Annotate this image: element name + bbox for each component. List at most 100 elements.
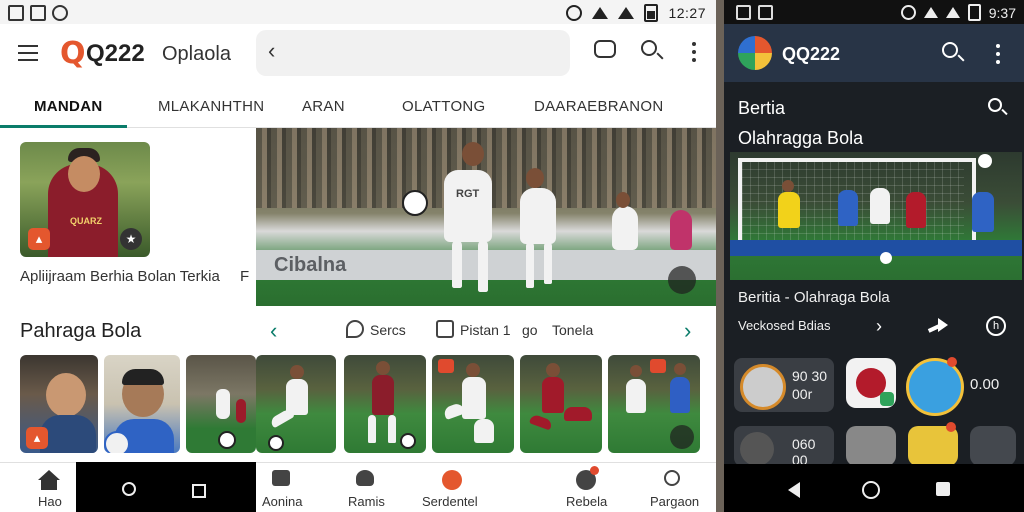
live-tag-icon bbox=[650, 359, 666, 373]
team-crest-icon bbox=[740, 364, 786, 410]
nav-label[interactable]: Pargaon bbox=[650, 494, 699, 509]
video-thumbnail[interactable] bbox=[186, 355, 256, 453]
nav-icon-aonina[interactable] bbox=[272, 470, 290, 486]
action-label[interactable]: Sercs bbox=[370, 322, 406, 338]
football bbox=[978, 154, 992, 168]
video-thumbnail[interactable] bbox=[432, 355, 514, 453]
football bbox=[880, 252, 892, 264]
trend-icon[interactable] bbox=[670, 425, 694, 449]
nav-label[interactable]: Ramis bbox=[348, 494, 385, 509]
caption-overflow: F bbox=[240, 268, 250, 285]
video-thumbnail[interactable]: ▴ bbox=[20, 355, 98, 453]
recents-icon[interactable] bbox=[192, 484, 206, 498]
player-head bbox=[782, 180, 794, 192]
app-icon-robot[interactable] bbox=[846, 426, 896, 466]
section-title: Pahraga Bola bbox=[20, 320, 142, 342]
video-thumbnail[interactable] bbox=[256, 355, 336, 453]
chevron-right-icon[interactable]: › bbox=[876, 316, 882, 337]
search-icon[interactable] bbox=[942, 42, 958, 58]
app-subtitle: Oplaola bbox=[162, 43, 231, 65]
action-label[interactable]: Pistan 1 bbox=[460, 322, 511, 338]
action-row: ‹ Sercs Pistan 1 go Tonela › bbox=[256, 306, 716, 354]
pin-icon[interactable]: ★ bbox=[120, 228, 142, 250]
tab-daaraebranon[interactable]: DAARAEBRANON bbox=[534, 98, 663, 115]
article-image[interactable]: QUARZ ▴ ★ bbox=[20, 142, 150, 257]
section-subtitle: Olahragga Bola bbox=[738, 128, 864, 148]
search-icon[interactable] bbox=[988, 98, 1002, 112]
search-bar[interactable] bbox=[256, 30, 570, 76]
article-caption[interactable]: Beritia - Olahraga Bola bbox=[738, 289, 890, 306]
tab-olattong[interactable]: OLATTONG bbox=[402, 98, 486, 115]
comment-icon[interactable] bbox=[346, 320, 364, 338]
hero-video[interactable]: Cibalna RGT bbox=[256, 128, 716, 306]
system-nav-strip bbox=[76, 462, 256, 512]
recents-icon[interactable] bbox=[936, 482, 950, 496]
player-leg bbox=[526, 242, 534, 288]
nav-icon-ramis[interactable] bbox=[356, 470, 374, 486]
home-circle-icon[interactable] bbox=[862, 481, 880, 499]
info-icon[interactable]: h bbox=[986, 316, 1006, 336]
player-leg bbox=[478, 240, 488, 292]
player-head bbox=[616, 192, 630, 208]
player-figure bbox=[612, 206, 638, 250]
notification-icon bbox=[30, 5, 46, 21]
share-icon[interactable] bbox=[927, 318, 948, 333]
profile-icon[interactable] bbox=[664, 470, 680, 486]
match-card[interactable]: 060 00 bbox=[734, 426, 834, 468]
search-icon[interactable] bbox=[122, 482, 136, 496]
tab-mlakanhthn[interactable]: MLAKANHTHN bbox=[158, 98, 264, 115]
app-bar: QQ222 bbox=[724, 24, 1024, 82]
team-logo-icon bbox=[104, 431, 130, 453]
app-icon-club[interactable] bbox=[906, 357, 964, 416]
gamepad-icon[interactable] bbox=[594, 40, 616, 58]
notification-icon bbox=[758, 5, 773, 20]
video-thumbnail[interactable] bbox=[608, 355, 700, 453]
chevron-left-icon[interactable]: ‹ bbox=[270, 318, 277, 344]
jersey-number: RGT bbox=[456, 188, 480, 200]
player-figure bbox=[444, 170, 492, 242]
match-card[interactable]: 90 30 00r bbox=[734, 358, 834, 412]
nav-label-home[interactable]: Hao bbox=[38, 494, 62, 509]
app-icon-more[interactable] bbox=[970, 426, 1016, 466]
tab-mandan[interactable]: MANDAN bbox=[34, 98, 102, 115]
section-title: Bertia bbox=[738, 98, 786, 118]
back-icon[interactable] bbox=[788, 482, 800, 498]
menu-icon[interactable] bbox=[18, 45, 38, 61]
video-thumbnail[interactable] bbox=[344, 355, 426, 453]
player-figure bbox=[670, 210, 692, 250]
ball-icon[interactable] bbox=[668, 266, 696, 294]
tab-aran[interactable]: ARAN bbox=[302, 98, 345, 115]
player-figure bbox=[520, 188, 556, 244]
video-thumbnail[interactable] bbox=[520, 355, 602, 453]
nav-icon-serdentel[interactable] bbox=[442, 470, 462, 490]
app-icon-character[interactable] bbox=[908, 422, 958, 466]
home-icon[interactable] bbox=[38, 470, 60, 480]
left-phone-screen: 12:27 Q Q222 Oplaola ‹ MANDAN MLAKANHTHN… bbox=[0, 0, 716, 512]
nav-label[interactable]: Serdentel bbox=[422, 494, 478, 509]
brand-badge-icon: ▴ bbox=[26, 427, 48, 449]
nav-label[interactable]: Rebela bbox=[566, 494, 607, 509]
article-caption[interactable]: Apliijraam Berhia Bolan Terkia bbox=[20, 268, 220, 285]
player-leg bbox=[452, 240, 462, 288]
home-icon-base bbox=[41, 480, 57, 490]
signal-icon bbox=[618, 7, 635, 19]
back-arrow-icon[interactable]: ‹ bbox=[268, 38, 275, 64]
chevron-right-icon[interactable]: › bbox=[684, 318, 691, 344]
player-figure bbox=[870, 188, 890, 224]
article-subcaption: Veckosed Bdias bbox=[738, 318, 831, 333]
signal-icon bbox=[945, 7, 960, 18]
video-thumbnail[interactable] bbox=[104, 355, 180, 453]
app-icon-soccer[interactable] bbox=[846, 358, 896, 408]
search-icon[interactable] bbox=[641, 40, 657, 56]
device-gap bbox=[716, 0, 724, 512]
action-label[interactable]: Tonela bbox=[552, 322, 593, 338]
action-icon-label[interactable]: go bbox=[522, 322, 538, 338]
more-options-icon[interactable] bbox=[996, 44, 1000, 68]
advertising-board bbox=[730, 240, 1022, 256]
chat-icon[interactable] bbox=[436, 320, 454, 338]
more-options-icon[interactable] bbox=[692, 42, 696, 66]
notification-icon bbox=[736, 5, 751, 20]
hero-video[interactable] bbox=[730, 152, 1022, 280]
nav-label[interactable]: Aonina bbox=[262, 494, 302, 509]
app-bar: Q Q222 Oplaola ‹ bbox=[0, 24, 716, 84]
